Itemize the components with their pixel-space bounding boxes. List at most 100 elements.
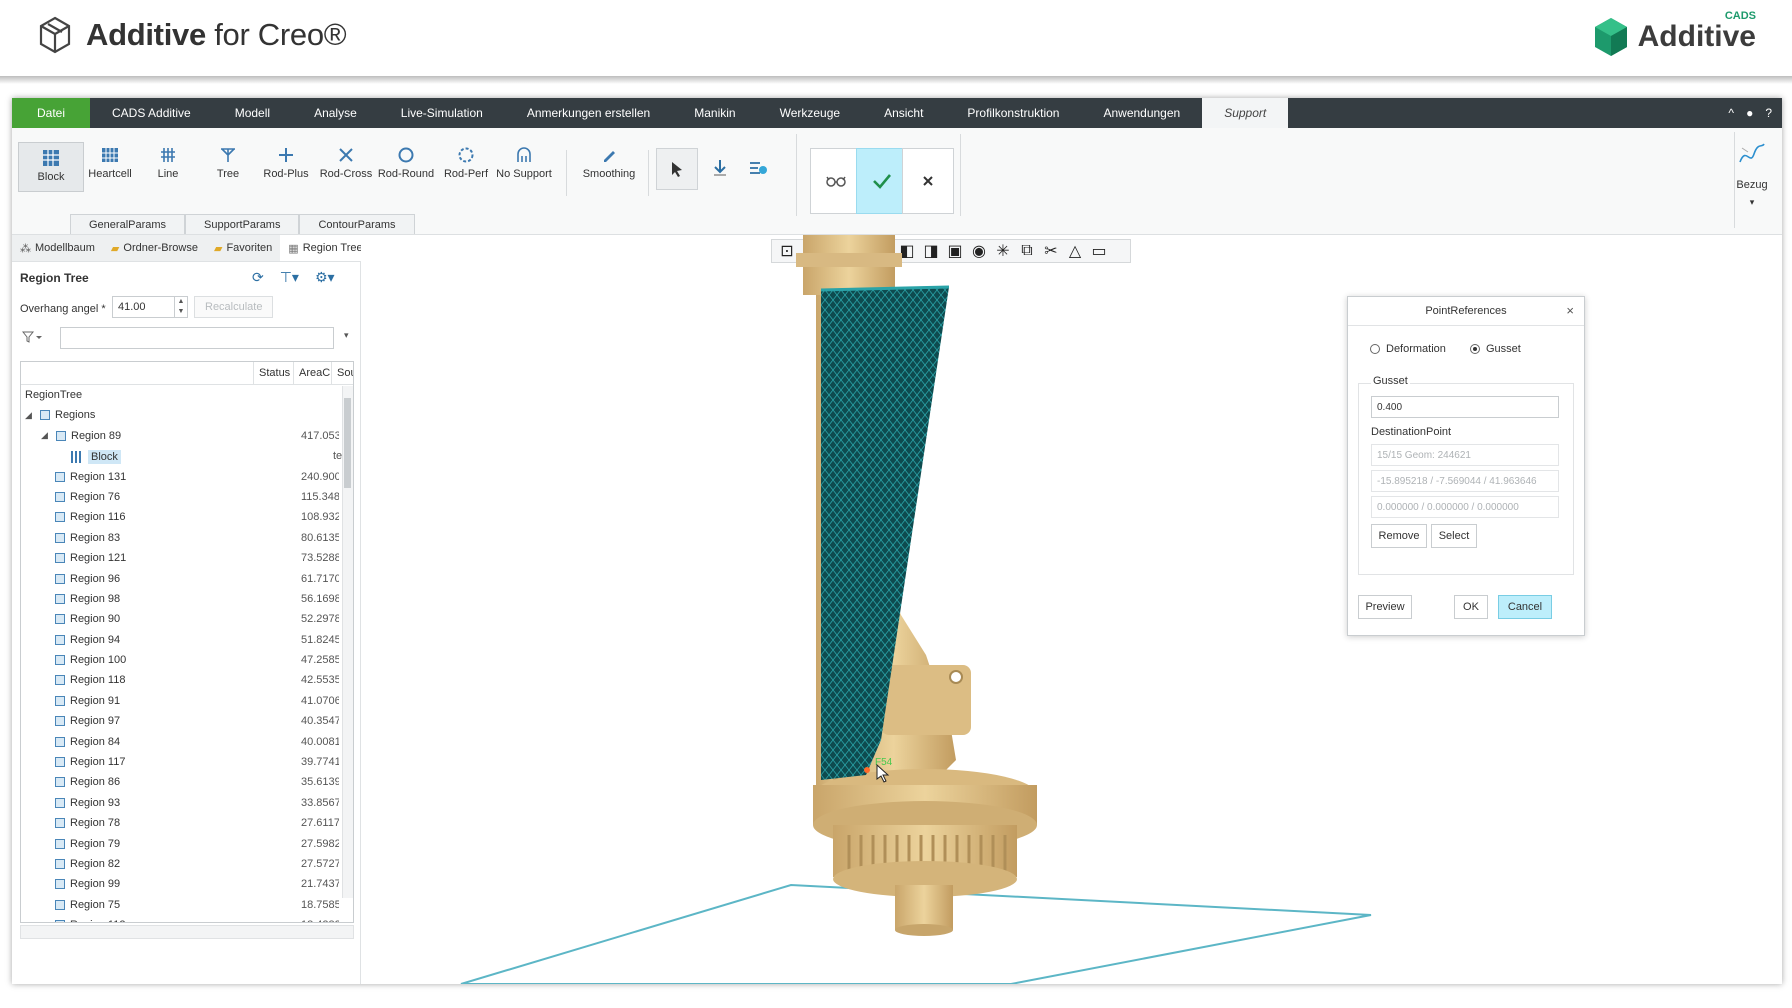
tree-regions-row[interactable]: ◢ Regions <box>21 406 341 426</box>
heartcell-button[interactable]: Heartcell <box>78 142 142 180</box>
preview-button[interactable]: Preview <box>1358 595 1412 619</box>
menu-live-simulation[interactable]: Live-Simulation <box>379 98 505 128</box>
tree-region-row[interactable]: Region 116 108.9323 <box>21 508 341 528</box>
tab-support-params[interactable]: SupportParams <box>185 214 300 234</box>
settings-gear-icon[interactable]: ⚙▾ <box>315 269 335 286</box>
menu-ansicht[interactable]: Ansicht <box>862 98 945 128</box>
ok-button[interactable]: OK <box>1454 595 1488 619</box>
tab-ordner-browser[interactable]: ▰ Ordner-Browse <box>103 235 206 261</box>
tab-region-tree[interactable]: ▦ Region Tree <box>280 235 371 261</box>
view-glasses-button[interactable] <box>810 148 862 214</box>
tree-block-row[interactable]: Block te <box>21 447 342 467</box>
expand-arrow-icon[interactable]: ◢ <box>41 430 51 441</box>
tree-region-row[interactable]: Region 83 80.61354 <box>21 529 341 549</box>
tree-region-row[interactable]: Region 75 18.75853 <box>21 896 341 916</box>
tree-region-row[interactable]: Region 131 240.9007 <box>21 468 341 488</box>
select-pointer-button[interactable] <box>656 148 698 190</box>
radio-deformation[interactable]: Deformation <box>1370 343 1446 355</box>
select-button[interactable]: Select <box>1431 524 1477 548</box>
rod-cross-button[interactable]: Rod-Cross <box>314 142 378 180</box>
tree-region-89-row[interactable]: ◢Region 89417.0538 <box>21 427 341 447</box>
menu-support[interactable]: Support <box>1202 98 1289 128</box>
notification-icon[interactable]: ● <box>1746 106 1753 120</box>
vertical-scrollbar[interactable] <box>342 386 353 898</box>
horizontal-scrollbar[interactable] <box>20 925 354 939</box>
rod-perf-button[interactable]: Rod-Perf <box>434 142 498 180</box>
region-area-value: 61.71707 <box>301 572 339 585</box>
refresh-icon[interactable]: ⟳ <box>252 269 264 286</box>
tree-region-row[interactable]: Region 99 21.74376 <box>21 875 341 895</box>
tree-region-row[interactable]: Region 79 27.59821 <box>21 835 341 855</box>
column-source[interactable]: Sou <box>337 367 353 379</box>
pointer-arrow-icon <box>672 162 682 177</box>
menu-anwendungen[interactable]: Anwendungen <box>1081 98 1202 128</box>
menu-anmerkungen-erstellen[interactable]: Anmerkungen erstellen <box>505 98 672 128</box>
dialog-title-bar: PointReferences × <box>1348 297 1584 326</box>
funnel-filter-icon[interactable] <box>22 331 42 343</box>
tree-region-row[interactable]: Region 82 27.57270 <box>21 855 341 875</box>
collapse-ribbon-icon[interactable]: ^ <box>1728 106 1734 120</box>
place-point-button[interactable] <box>700 148 740 188</box>
no-support-button[interactable]: No Support <box>492 142 556 180</box>
tab-contour-params[interactable]: ContourParams <box>299 214 415 234</box>
tree-region-row[interactable]: Region 100 47.25859 <box>21 651 341 671</box>
expand-arrow-icon[interactable]: ◢ <box>25 410 35 421</box>
tree-region-row[interactable]: Region 90 52.29788 <box>21 610 341 630</box>
menu-manikin[interactable]: Manikin <box>672 98 757 128</box>
recalculate-button[interactable]: Recalculate <box>194 296 274 318</box>
tree-region-row[interactable]: Region 117 39.77415 <box>21 753 341 773</box>
tab-modellbaum[interactable]: ⁂ Modellbaum <box>12 235 103 261</box>
block-grid-icon <box>71 451 83 464</box>
tree-region-row[interactable]: Region 94 51.82452 <box>21 631 341 651</box>
region-icon <box>55 695 65 706</box>
scrollbar-thumb[interactable] <box>344 398 351 488</box>
chevron-down-icon[interactable]: ▾ <box>1730 197 1774 208</box>
menu-modell[interactable]: Modell <box>213 98 292 128</box>
tree-region-row[interactable]: Region 112 18.42823 <box>21 916 341 922</box>
tree-region-row[interactable]: Region 97 40.35470 <box>21 712 341 732</box>
tree-region-row[interactable]: Region 76 115.3480 <box>21 488 341 508</box>
rod-plus-button[interactable]: Rod-Plus <box>254 142 318 180</box>
menu-werkzeuge[interactable]: Werkzeuge <box>758 98 862 128</box>
tree-region-row[interactable]: Region 96 61.71707 <box>21 570 341 590</box>
smoothing-button[interactable]: Smoothing <box>574 142 644 180</box>
tree-region-row[interactable]: Region 84 40.00814 <box>21 733 341 753</box>
product-suffix: for Creo® <box>214 17 347 52</box>
gusset-value-input[interactable]: 0.400 <box>1371 396 1559 418</box>
block-button[interactable]: Block <box>18 142 84 192</box>
tab-favoriten[interactable]: ▰ Favoriten <box>206 235 280 261</box>
tree-region-row[interactable]: Region 121 73.52887 <box>21 549 341 569</box>
overhang-angle-input[interactable]: 41.00 <box>112 296 175 318</box>
menu-analyse[interactable]: Analyse <box>292 98 379 128</box>
tree-region-row[interactable]: Region 118 42.55356 <box>21 671 341 691</box>
bezug-button[interactable]: Bezug ▾ <box>1730 142 1774 208</box>
tree-region-row[interactable]: Region 91 41.07067 <box>21 692 341 712</box>
column-status[interactable]: Status <box>259 367 290 379</box>
close-icon[interactable]: × <box>1566 303 1574 318</box>
overhang-angle-stepper[interactable]: ▲ ▼ <box>174 296 188 318</box>
apply-checkmark-button[interactable] <box>856 148 908 214</box>
menu-profilkonstruktion[interactable]: Profilkonstruktion <box>945 98 1081 128</box>
line-button[interactable]: Line <box>136 142 200 180</box>
rod-round-button[interactable]: Rod-Round <box>374 142 438 180</box>
help-icon[interactable]: ? <box>1765 106 1772 120</box>
tree-root-row[interactable]: RegionTree <box>21 386 341 406</box>
tree-region-row[interactable]: Region 86 35.61395 <box>21 773 341 793</box>
cancel-button[interactable]: Cancel <box>1498 595 1552 619</box>
menu-datei[interactable]: Datei <box>12 98 90 128</box>
navigator-tabs: ⁂ Modellbaum ▰ Ordner-Browse ▰ Favoriten ▦ R… <box>12 235 371 262</box>
tree-region-row[interactable]: Region 98 56.16987 <box>21 590 341 610</box>
tab-general-params[interactable]: GeneralParams <box>70 214 186 234</box>
tree-filter-icon[interactable]: ⊤▾ <box>280 269 299 286</box>
filter-dropdown-icon[interactable]: ▾ <box>344 330 349 341</box>
point-references-button[interactable] <box>738 148 778 188</box>
menu-cads-additive[interactable]: CADS Additive <box>90 98 213 128</box>
tree-button[interactable]: Tree <box>196 142 260 180</box>
remove-button[interactable]: Remove <box>1371 524 1427 548</box>
column-area[interactable]: AreaC <box>299 367 330 379</box>
radio-gusset[interactable]: Gusset <box>1470 343 1521 355</box>
tree-region-row[interactable]: Region 93 33.85675 <box>21 794 341 814</box>
cancel-x-button[interactable] <box>902 148 954 214</box>
tree-region-row[interactable]: Region 78 27.61172 <box>21 814 341 834</box>
filter-input[interactable] <box>60 327 334 349</box>
